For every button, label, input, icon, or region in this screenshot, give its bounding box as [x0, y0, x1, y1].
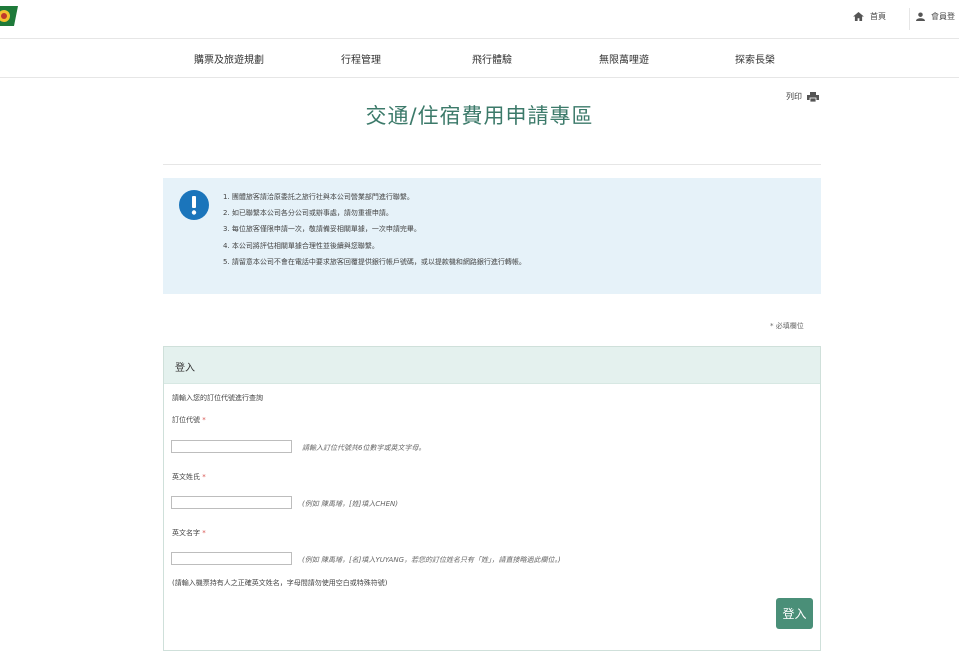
- nav-item-flight-experience[interactable]: 飛行體驗: [472, 51, 512, 66]
- form-intro: 請輸入您的訂位代號進行查詢: [172, 394, 263, 402]
- booking-ref-input[interactable]: [171, 440, 292, 453]
- required-mark: *: [202, 416, 206, 424]
- first-name-hint: (例如 陳禹璿，[名]填入YUYANG，若您的訂位姓名只有「姓」，請直接略過此欄…: [302, 556, 561, 564]
- exclamation-icon: [179, 190, 209, 220]
- login-button[interactable]: 登入: [776, 598, 813, 629]
- last-name-hint: (例如 陳禹璿，[姓]填入CHEN): [302, 500, 398, 508]
- nav-item-explore[interactable]: 探索長榮: [735, 51, 775, 66]
- required-mark: *: [202, 529, 206, 537]
- notice-item: 3. 每位旅客僅限申請一次，敬請備妥相關單據，一次申請完畢。: [223, 225, 421, 234]
- home-link[interactable]: 首頁: [853, 11, 886, 22]
- login-panel: 登入 請輸入您的訂位代號進行查詢 訂位代號 * 請輸入訂位代號共6位數字或英文字…: [163, 346, 821, 651]
- name-format-note: (請輸入機票持有人之正確英文姓名，字母間請勿使用空白或特殊符號): [172, 579, 388, 587]
- last-name-input[interactable]: [171, 496, 292, 509]
- notice-item: 4. 本公司將評估相關單據合理性並後續與您聯繫。: [223, 241, 379, 250]
- home-label: 首頁: [870, 12, 886, 21]
- top-divider: [909, 8, 910, 30]
- nav-item-mileage[interactable]: 無限萬哩遊: [599, 51, 649, 66]
- nav-item-manage-trip[interactable]: 行程管理: [341, 51, 381, 66]
- panel-header: 登入: [164, 347, 820, 384]
- home-icon: [853, 12, 864, 21]
- booking-ref-hint: 請輸入訂位代號共6位數字或英文字母。: [302, 444, 426, 452]
- notice-item: 2. 如已聯繫本公司各分公司或辦事處，請勿重複申請。: [223, 209, 393, 218]
- notice-item: 1. 團體旅客請洽原委託之旅行社與本公司營業部門進行聯繫。: [223, 193, 414, 201]
- title-divider: [163, 164, 821, 165]
- first-name-label-text: 英文名字: [172, 529, 200, 537]
- booking-ref-label: 訂位代號 *: [172, 415, 206, 425]
- first-name-input[interactable]: [171, 552, 292, 565]
- main-nav: 購票及旅遊規劃 行程管理 飛行體驗 無限萬哩遊 探索長榮: [0, 39, 959, 78]
- logo-icon[interactable]: [0, 4, 18, 28]
- notice-item: 5. 請留意本公司不會在電話中要求旅客回覆提供銀行帳戶號碼，或以提款機和網路銀行…: [223, 257, 526, 266]
- notice-list: 1. 團體旅客請洽原委託之旅行社與本公司營業部門進行聯繫。 2. 如已聯繫本公司…: [223, 189, 526, 270]
- page-title: 交通/住宿費用申請專區: [365, 104, 594, 128]
- nav-item-booking[interactable]: 購票及旅遊規劃: [194, 51, 264, 66]
- top-bar: 首頁 會員登: [0, 0, 959, 39]
- required-fields-note: * 必填欄位: [770, 322, 804, 330]
- notice-box: 1. 團體旅客請洽原委託之旅行社與本公司營業部門進行聯繫。 2. 如已聯繫本公司…: [163, 178, 821, 294]
- last-name-label-text: 英文姓氏: [172, 473, 200, 481]
- user-icon: [916, 12, 925, 21]
- member-login-link[interactable]: 會員登: [916, 11, 955, 22]
- panel-title: 登入: [175, 363, 195, 374]
- member-login-label: 會員登: [931, 12, 955, 21]
- required-mark: *: [202, 473, 206, 481]
- last-name-label: 英文姓氏 *: [172, 472, 206, 482]
- booking-ref-label-text: 訂位代號: [172, 416, 200, 424]
- first-name-label: 英文名字 *: [172, 528, 206, 538]
